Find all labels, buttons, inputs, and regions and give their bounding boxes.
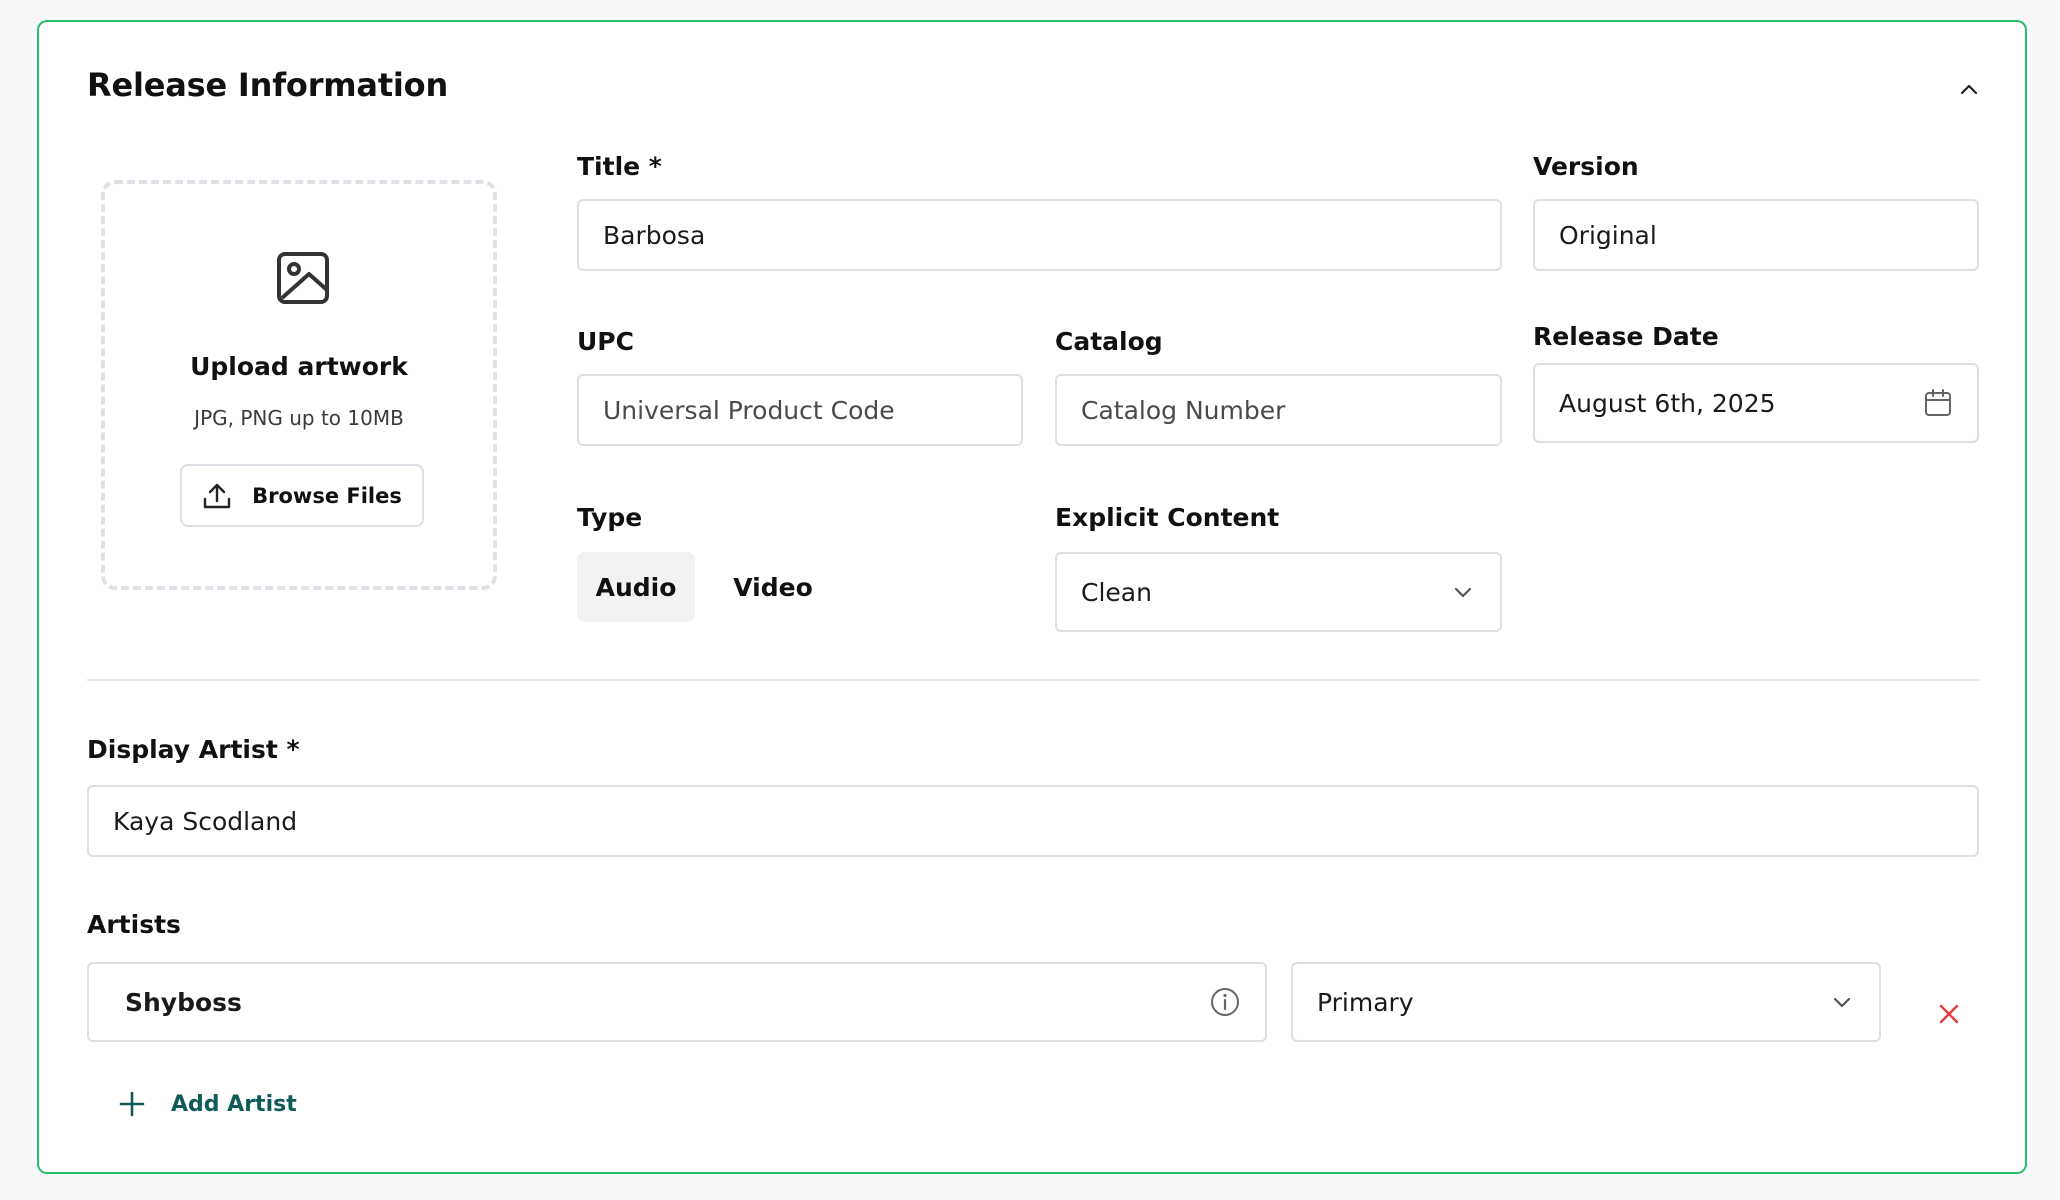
upc-input[interactable] [577, 374, 1023, 446]
upload-artwork-hint: JPG, PNG up to 10MB [194, 406, 404, 430]
remove-artist-button[interactable] [1929, 994, 1969, 1034]
title-label: Title * [577, 152, 662, 181]
explicit-content-value: Clean [1081, 577, 1152, 607]
artist-name-field[interactable]: Shyboss [87, 962, 1267, 1042]
add-artist-label: Add Artist [171, 1091, 297, 1117]
release-information-card: Release Information Upload artwork JPG, … [37, 20, 2027, 1174]
artist-role-select[interactable]: Primary [1291, 962, 1881, 1042]
image-icon [277, 252, 329, 304]
explicit-content-label: Explicit Content [1055, 503, 1280, 532]
release-date-label: Release Date [1533, 322, 1719, 351]
collapse-button[interactable] [1949, 70, 1989, 110]
upc-label: UPC [577, 327, 634, 356]
artist-name-value: Shyboss [125, 987, 242, 1017]
catalog-label: Catalog [1055, 327, 1163, 356]
chevron-down-icon [1833, 997, 1851, 1008]
artwork-dropzone[interactable]: Upload artwork JPG, PNG up to 10MB Brows… [101, 180, 497, 590]
upload-icon [203, 483, 231, 508]
calendar-icon[interactable] [1923, 388, 1953, 418]
version-label: Version [1533, 152, 1639, 181]
display-artist-label: Display Artist * [87, 735, 300, 764]
release-date-picker[interactable]: August 6th, 2025 [1533, 363, 1979, 443]
info-icon[interactable] [1209, 986, 1241, 1018]
catalog-input[interactable] [1055, 374, 1502, 446]
type-option-audio[interactable]: Audio [577, 552, 695, 622]
type-option-video[interactable]: Video [715, 552, 831, 622]
browse-files-label: Browse Files [252, 483, 402, 508]
close-icon [1939, 1004, 1959, 1024]
display-artist-input[interactable] [87, 785, 1979, 857]
browse-files-button[interactable]: Browse Files [180, 464, 424, 527]
release-date-value: August 6th, 2025 [1559, 388, 1776, 418]
plus-icon [119, 1091, 145, 1117]
add-artist-button[interactable]: Add Artist [119, 1082, 297, 1126]
version-input[interactable] [1533, 199, 1979, 271]
section-divider [87, 679, 1979, 681]
title-input[interactable] [577, 199, 1502, 271]
chevron-up-icon [1960, 84, 1978, 95]
artists-label: Artists [87, 910, 181, 939]
section-title: Release Information [87, 66, 449, 104]
upload-artwork-title: Upload artwork [190, 352, 408, 381]
explicit-content-select[interactable]: Clean [1055, 552, 1502, 632]
chevron-down-icon [1454, 587, 1472, 598]
type-label: Type [577, 503, 643, 532]
artist-role-value: Primary [1317, 987, 1414, 1017]
